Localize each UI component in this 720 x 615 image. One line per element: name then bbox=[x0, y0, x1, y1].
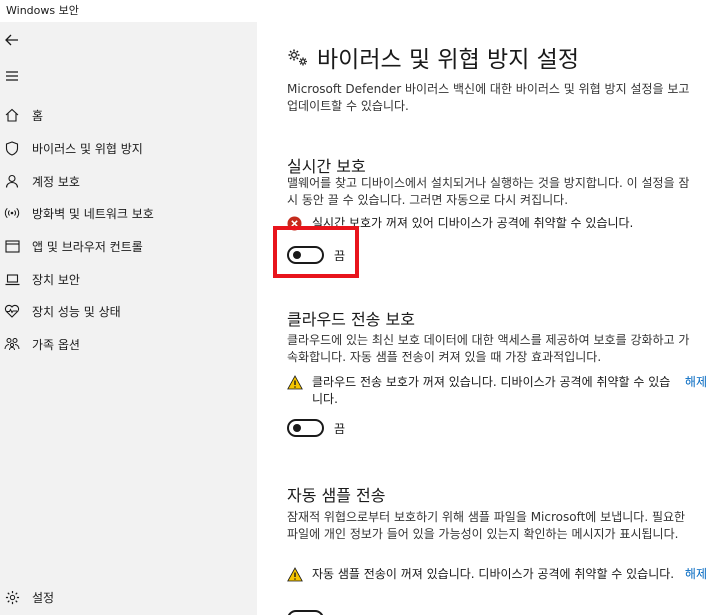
menu-button[interactable] bbox=[0, 64, 24, 88]
section-description-realtime: 맬웨어를 찾고 디바이스에서 설치되거나 실행하는 것을 방지합니다. 이 설정… bbox=[287, 176, 690, 207]
family-icon bbox=[0, 332, 24, 356]
dismiss-link[interactable]: 해제 bbox=[685, 566, 707, 583]
toggle-switch[interactable] bbox=[287, 419, 324, 437]
sidebar-item-home[interactable]: 홈 bbox=[0, 100, 257, 130]
toggle-sample[interactable] bbox=[287, 610, 334, 615]
sidebar-item-label: 방화벽 및 네트워크 보호 bbox=[32, 206, 154, 221]
sidebar-item-settings[interactable]: 설정 bbox=[0, 582, 257, 612]
gears-icon bbox=[287, 47, 309, 67]
wireless-signal-icon bbox=[0, 201, 24, 225]
status-message: 클라우드 전송 보호가 꺼져 있습니다. 디바이스가 공격에 취약할 수 있습니… bbox=[312, 375, 671, 406]
sidebar-item-label: 설정 bbox=[32, 590, 55, 605]
sidebar-item-label: 가족 옵션 bbox=[32, 337, 80, 352]
toggle-switch[interactable] bbox=[287, 610, 324, 615]
section-title-cloud: 클라우드 전송 보호 bbox=[287, 310, 415, 329]
heart-pulse-icon bbox=[0, 299, 24, 323]
page-title: 바이러스 및 위협 방지 설정 bbox=[287, 40, 579, 74]
sidebar-item-account-protection[interactable]: 계정 보호 bbox=[0, 166, 257, 196]
back-button[interactable] bbox=[0, 28, 24, 52]
sidebar-item-app-browser-control[interactable]: 앱 및 브라우저 컨트롤 bbox=[0, 231, 257, 261]
status-message: 실시간 보호가 꺼져 있어 디바이스가 공격에 취약할 수 있습니다. bbox=[312, 216, 634, 230]
section-description-cloud: 클라우드에 있는 최신 보호 데이터에 대한 액세스를 제공하여 보호를 강화하… bbox=[287, 333, 690, 364]
page-title-text: 바이러스 및 위협 방지 설정 bbox=[317, 47, 580, 73]
hamburger-menu-icon bbox=[6, 71, 18, 81]
gear-icon bbox=[0, 585, 24, 609]
status-cloud: 클라우드 전송 보호가 꺼져 있습니다. 디바이스가 공격에 취약할 수 있습니… bbox=[287, 374, 707, 408]
sidebar-item-device-security[interactable]: 장치 보안 bbox=[0, 264, 257, 294]
sidebar: 홈 바이러스 및 위협 방지 계정 보호 방화벽 및 네트워크 보호 앱 및 브… bbox=[0, 22, 257, 615]
browser-window-icon bbox=[0, 234, 24, 258]
warning-triangle-icon bbox=[287, 566, 305, 582]
sidebar-item-label: 바이러스 및 위협 방지 bbox=[32, 141, 143, 156]
toggle-state-label: 끔 bbox=[334, 421, 346, 436]
section-title-sample: 자동 샘플 전송 bbox=[287, 486, 386, 505]
section-description-sample: 잠재적 위협으로부터 보호하기 위해 샘플 파일을 Microsoft에 보냅니… bbox=[287, 510, 686, 541]
section-title-realtime: 실시간 보호 bbox=[287, 157, 366, 176]
warning-triangle-icon bbox=[287, 374, 305, 390]
toggle-cloud[interactable]: 끔 bbox=[287, 419, 345, 437]
highlight-box bbox=[273, 226, 359, 278]
sidebar-item-device-performance[interactable]: 장치 성능 및 상태 bbox=[0, 296, 257, 326]
status-message: 자동 샘플 전송이 꺼져 있습니다. 디바이스가 공격에 취약할 수 있습니다. bbox=[312, 567, 675, 581]
arrow-left-icon bbox=[5, 34, 18, 46]
sidebar-item-firewall[interactable]: 방화벽 및 네트워크 보호 bbox=[0, 198, 257, 228]
shield-icon bbox=[0, 136, 24, 160]
main-content: 바이러스 및 위협 방지 설정 Microsoft Defender 바이러스 … bbox=[257, 22, 720, 615]
window-title: Windows 보안 bbox=[0, 0, 720, 22]
sidebar-item-label: 앱 및 브라우저 컨트롤 bbox=[32, 239, 143, 254]
sidebar-item-label: 장치 성능 및 상태 bbox=[32, 304, 121, 319]
page-description: Microsoft Defender 바이러스 백신에 대한 바이러스 및 위협… bbox=[287, 82, 690, 113]
person-icon bbox=[0, 169, 24, 193]
sidebar-item-family-options[interactable]: 가족 옵션 bbox=[0, 329, 257, 359]
sidebar-item-label: 장치 보안 bbox=[32, 272, 80, 287]
sidebar-item-virus-protection[interactable]: 바이러스 및 위협 방지 bbox=[0, 133, 257, 163]
dismiss-link[interactable]: 해제 bbox=[685, 374, 707, 391]
toggle-knob bbox=[293, 424, 301, 432]
home-icon bbox=[0, 103, 24, 127]
sidebar-item-label: 계정 보호 bbox=[32, 174, 80, 189]
status-sample: 자동 샘플 전송이 꺼져 있습니다. 디바이스가 공격에 취약할 수 있습니다.… bbox=[287, 566, 707, 583]
sidebar-item-label: 홈 bbox=[32, 108, 44, 123]
laptop-icon bbox=[0, 267, 24, 291]
